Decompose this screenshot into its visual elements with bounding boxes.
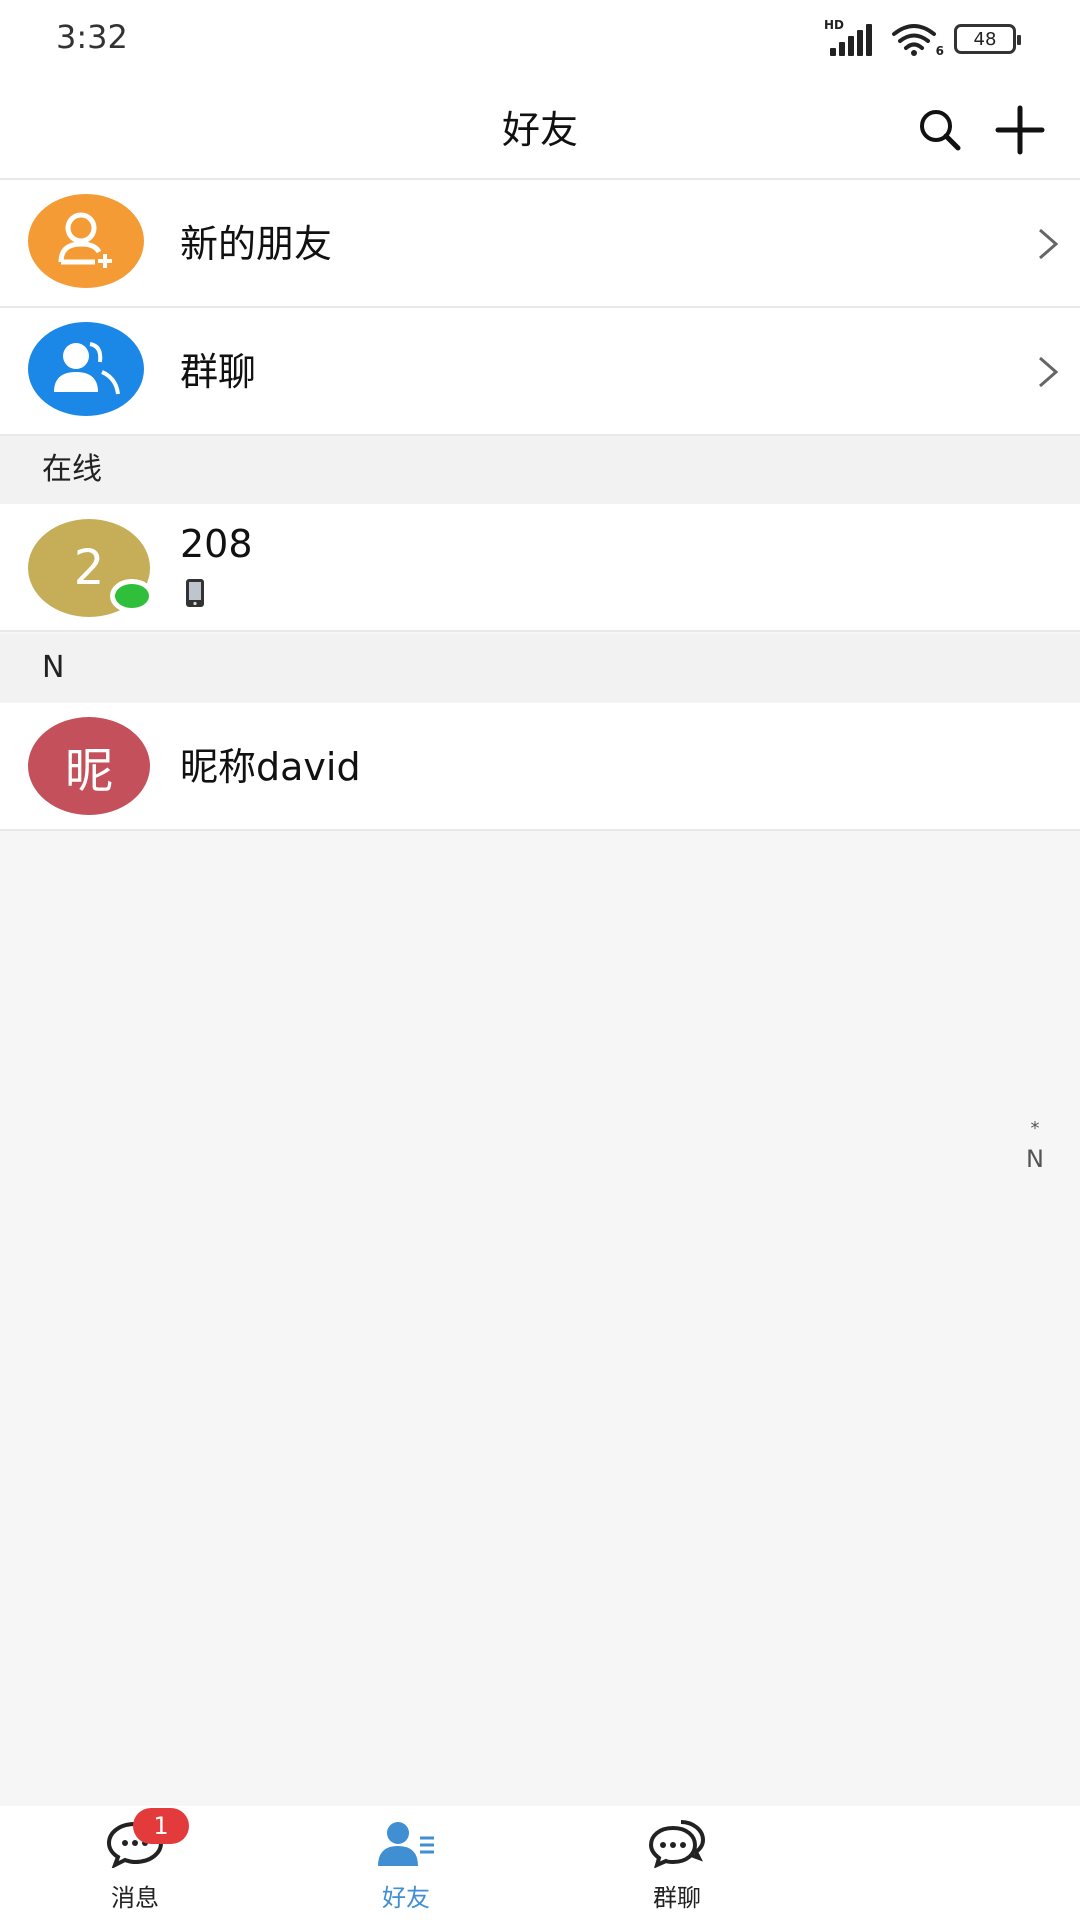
chevron-right-icon <box>1039 228 1059 260</box>
add-user-icon <box>58 212 112 268</box>
battery-icon: 48 <box>954 24 1021 54</box>
contact-name: 昵称david <box>180 745 361 789</box>
avatar: 昵 <box>28 717 150 815</box>
contact-row[interactable]: 昵 昵称david <box>0 703 1080 831</box>
bottom-navigation: 1 消息 好友 群聊 <box>0 1806 1080 1920</box>
add-button[interactable] <box>990 100 1050 160</box>
phone-icon <box>186 579 204 607</box>
unread-badge: 1 <box>133 1808 189 1844</box>
search-icon <box>920 110 961 151</box>
new-friends-label: 新的朋友 <box>180 222 333 266</box>
status-time: 3:32 <box>56 18 128 56</box>
group-chat-icon <box>648 1820 706 1868</box>
contacts-icon <box>378 1822 434 1866</box>
status-icons: HD 6 48 <box>824 18 1021 58</box>
index-star[interactable]: * <box>1031 1118 1040 1139</box>
group-chat-row[interactable]: 群聊 <box>0 308 1080 436</box>
index-n[interactable]: N <box>1026 1145 1044 1173</box>
tab-friends-label: 好友 <box>382 1884 430 1912</box>
tab-group-chat[interactable]: 群聊 <box>597 1806 757 1920</box>
avatar-initial: 2 <box>73 540 105 596</box>
search-button[interactable] <box>910 100 970 160</box>
cellular-signal-icon: HD <box>824 18 874 56</box>
tab-friends[interactable]: 好友 <box>326 1806 486 1920</box>
chevron-right-icon <box>1039 356 1059 388</box>
section-header-online: 在线 <box>0 436 1080 504</box>
contact-name: 208 <box>180 522 253 566</box>
online-status-indicator <box>110 579 154 613</box>
battery-level: 48 <box>973 28 997 50</box>
contact-row[interactable]: 2 208 <box>0 504 1080 632</box>
tab-messages[interactable]: 1 消息 <box>55 1806 215 1920</box>
tab-group-chat-label: 群聊 <box>653 1884 701 1912</box>
app-header: 好友 <box>0 80 1080 180</box>
tab-messages-label: 消息 <box>111 1884 159 1912</box>
section-header-n: N <box>0 634 1080 702</box>
new-friends-avatar <box>28 194 144 288</box>
users-icon <box>54 342 120 395</box>
wifi-icon: 6 <box>890 22 944 58</box>
status-bar: 3:32 HD 6 48 <box>0 0 1080 80</box>
plus-icon <box>995 105 1045 155</box>
avatar-initial: 昵 <box>64 743 113 799</box>
group-chat-avatar <box>28 322 144 416</box>
new-friends-row[interactable]: 新的朋友 <box>0 180 1080 308</box>
wifi-standard-label: 6 <box>935 44 944 58</box>
alphabet-index-bar[interactable]: * N <box>1020 1118 1050 1173</box>
group-chat-label: 群聊 <box>180 350 257 394</box>
